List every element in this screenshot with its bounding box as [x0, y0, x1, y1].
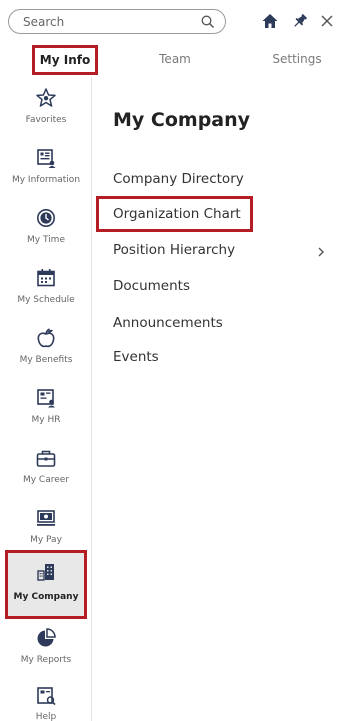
briefcase-icon [36, 450, 56, 467]
tab-bar: My Info Team Settings [0, 44, 341, 76]
pin-icon[interactable] [291, 12, 309, 30]
menu-item-company-directory[interactable]: Company Directory [113, 171, 244, 187]
sidebar-item-label: My Schedule [17, 295, 75, 305]
monitor-pay-icon [37, 510, 55, 526]
sidebar-item-favorites[interactable]: Favorites [0, 83, 92, 141]
calendar-icon [37, 269, 55, 287]
id-card-icon [37, 149, 56, 168]
page-title: My Company [113, 109, 251, 131]
sidebar-item-label: My Benefits [19, 355, 73, 365]
pie-chart-icon [37, 628, 56, 647]
sidebar-item-my-schedule[interactable]: My Schedule [0, 263, 92, 321]
tab-team[interactable]: Team [145, 44, 205, 76]
sidebar-item-label: My Career [22, 475, 70, 485]
close-icon[interactable] [318, 12, 336, 30]
main-panel: My Company Company Directory Organizatio… [93, 77, 341, 721]
menu-item-position-hierarchy[interactable]: Position Hierarchy [113, 242, 235, 258]
menu-item-organization-chart[interactable]: Organization Chart [113, 206, 241, 222]
home-icon[interactable] [261, 12, 279, 30]
sidebar-item-label: My HR [31, 415, 61, 425]
tab-settings[interactable]: Settings [262, 44, 332, 76]
sidebar-item-my-career[interactable]: My Career [0, 443, 92, 501]
tab-my-info[interactable]: My Info [32, 45, 98, 75]
search-box[interactable] [8, 9, 226, 34]
apple-icon [37, 328, 55, 348]
sidebar-item-my-benefits[interactable]: My Benefits [0, 323, 92, 381]
hr-board-icon [37, 389, 55, 408]
sidebar-item-my-company[interactable]: My Company [5, 550, 87, 619]
clock-icon [37, 209, 55, 227]
help-book-icon [37, 687, 56, 706]
sidebar-item-my-time[interactable]: My Time [0, 203, 92, 261]
sidebar-item-my-reports[interactable]: My Reports [0, 623, 92, 681]
sidebar-item-label: My Information [11, 175, 81, 185]
sidebar-item-label: Favorites [25, 115, 67, 125]
sidebar-item-my-hr[interactable]: My HR [0, 383, 92, 441]
sidebar-item-help[interactable]: Help [0, 681, 92, 721]
sidebar-item-label: Help [35, 712, 57, 721]
sidebar-item-label: My Company [13, 592, 79, 602]
sidebar-item-label: My Time [27, 235, 65, 245]
sidebar-item-label: My Pay [30, 535, 62, 545]
star-icon [36, 88, 56, 107]
chevron-right-icon[interactable] [315, 246, 327, 258]
top-bar [0, 0, 341, 44]
menu-item-announcements[interactable]: Announcements [113, 315, 223, 331]
sidebar: Favorites My Information My Time My Sche… [0, 77, 92, 721]
menu-item-events[interactable]: Events [113, 349, 159, 365]
sidebar-item-my-information[interactable]: My Information [0, 143, 92, 201]
search-input[interactable] [23, 13, 193, 31]
sidebar-item-label: My Reports [20, 655, 72, 665]
buildings-icon [37, 564, 54, 581]
menu-item-documents[interactable]: Documents [113, 278, 190, 294]
search-icon[interactable] [200, 14, 216, 30]
